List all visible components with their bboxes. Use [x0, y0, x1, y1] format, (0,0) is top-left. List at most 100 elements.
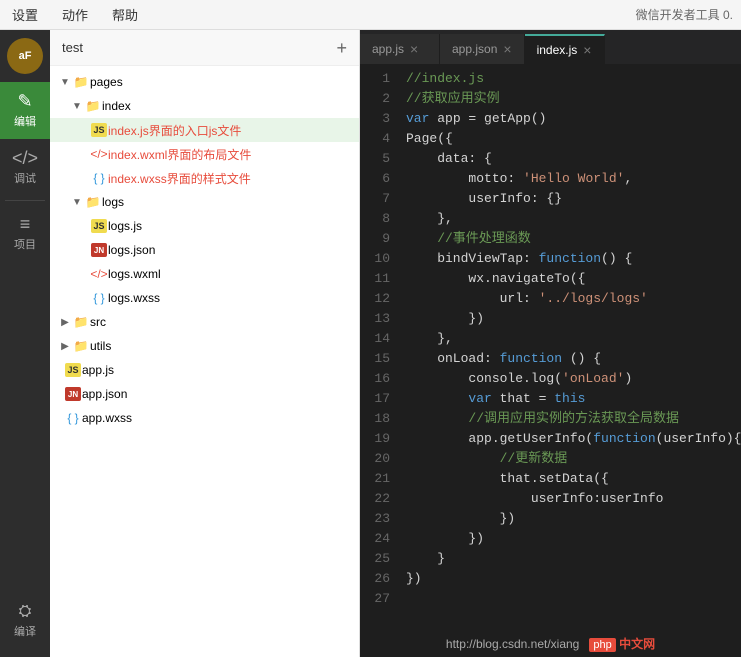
label-app-wxss: app.wxss	[82, 411, 132, 425]
line-num-6: 6	[360, 169, 402, 189]
tree-item-logs-json[interactable]: JN logs.json	[50, 238, 359, 262]
sidebar-item-debug[interactable]: </> 调试	[0, 139, 50, 196]
code-line-13: 13 })	[360, 309, 741, 329]
sidebar-label-edit: 编辑	[14, 113, 36, 129]
line-content-27	[402, 589, 741, 609]
tab-close-app-json[interactable]: ×	[503, 41, 511, 57]
label-logs-json: logs.json	[108, 243, 155, 257]
line-content-20: //更新数据	[402, 449, 741, 469]
menu-settings[interactable]: 设置	[8, 3, 42, 26]
code-line-15: 15 onLoad: function () {	[360, 349, 741, 369]
tree-item-logs-wxss[interactable]: { } logs.wxss	[50, 286, 359, 310]
line-content-21: that.setData({	[402, 469, 741, 489]
menu-bar: 设置 动作 帮助 微信开发者工具 0.	[0, 0, 741, 30]
tree-item-app-js[interactable]: JS app.js	[50, 358, 359, 382]
sidebar-item-compile[interactable]: ⛭ 编译	[0, 594, 50, 649]
arrow-src: ▶	[58, 317, 72, 328]
file-tree-header: test +	[50, 30, 359, 66]
tree-item-src[interactable]: ▶ 📁 src	[50, 310, 359, 334]
line-num-24: 24	[360, 529, 402, 549]
label-pages: pages	[90, 75, 123, 89]
file-tree-add-button[interactable]: +	[336, 39, 347, 57]
wxml-icon-logs: </>	[90, 267, 108, 281]
code-area[interactable]: 1 //index.js 2 //获取应用实例 3 var app = getA…	[360, 65, 741, 629]
arrow-pages: ▼	[58, 77, 72, 88]
tree-item-index-wxss[interactable]: { } index.wxss界面的样式文件	[50, 166, 359, 190]
debug-icon: </>	[12, 149, 38, 167]
json-icon-app: JN	[64, 387, 82, 401]
wxml-icon-index: </>	[90, 147, 108, 161]
tab-close-app-js[interactable]: ×	[410, 41, 418, 57]
label-utils: utils	[90, 339, 111, 353]
arrow-index: ▼	[70, 101, 84, 112]
sidebar-item-edit[interactable]: ✎ 编辑	[0, 82, 50, 139]
tab-app-js[interactable]: app.js ×	[360, 34, 440, 64]
line-num-27: 27	[360, 589, 402, 609]
avatar-label: aF	[19, 50, 32, 62]
code-line-10: 10 bindViewTap: function() {	[360, 249, 741, 269]
line-num-14: 14	[360, 329, 402, 349]
code-line-26: 26 })	[360, 569, 741, 589]
line-num-23: 23	[360, 509, 402, 529]
line-num-19: 19	[360, 429, 402, 449]
tree-item-logs-wxml[interactable]: </> logs.wxml	[50, 262, 359, 286]
code-line-16: 16 console.log('onLoad')	[360, 369, 741, 389]
label-index-wxml: index.wxml界面的布局文件	[108, 146, 251, 163]
file-tree-body: ▼ 📁 pages ▼ 📁 index JS index.js界面的入口js文件	[50, 66, 359, 657]
avatar[interactable]: aF	[7, 38, 43, 74]
line-num-7: 7	[360, 189, 402, 209]
sidebar-label-project: 项目	[14, 236, 36, 252]
line-num-18: 18	[360, 409, 402, 429]
line-num-21: 21	[360, 469, 402, 489]
tree-item-pages[interactable]: ▼ 📁 pages	[50, 70, 359, 94]
line-num-15: 15	[360, 349, 402, 369]
label-index-wxss: index.wxss界面的样式文件	[108, 170, 251, 187]
editor-tabs: app.js × app.json × index.js ×	[360, 30, 741, 65]
line-content-22: userInfo:userInfo	[402, 489, 741, 509]
tree-item-logs-js[interactable]: JS logs.js	[50, 214, 359, 238]
tree-item-app-json[interactable]: JN app.json	[50, 382, 359, 406]
code-line-8: 8 },	[360, 209, 741, 229]
line-content-17: var that = this	[402, 389, 741, 409]
arrow-logs: ▼	[70, 197, 84, 208]
tree-item-index-js[interactable]: JS index.js界面的入口js文件	[50, 118, 359, 142]
line-content-18: //调用应用实例的方法获取全局数据	[402, 409, 741, 429]
folder-icon-pages: 📁	[72, 75, 90, 89]
label-logs-js: logs.js	[108, 219, 142, 233]
line-content-12: url: '../logs/logs'	[402, 289, 741, 309]
tree-item-index[interactable]: ▼ 📁 index	[50, 94, 359, 118]
code-line-14: 14 },	[360, 329, 741, 349]
label-logs-wxml: logs.wxml	[108, 267, 161, 281]
tree-item-index-wxml[interactable]: </> index.wxml界面的布局文件	[50, 142, 359, 166]
line-num-1: 1	[360, 69, 402, 89]
sidebar-item-project[interactable]: ≡ 项目	[0, 205, 50, 262]
line-content-25: }	[402, 549, 741, 569]
line-content-19: app.getUserInfo(function(userInfo){	[402, 429, 741, 449]
folder-icon-index: 📁	[84, 99, 102, 113]
tree-item-app-wxss[interactable]: { } app.wxss	[50, 406, 359, 430]
line-content-8: },	[402, 209, 741, 229]
menu-actions[interactable]: 动作	[58, 3, 92, 26]
code-line-17: 17 var that = this	[360, 389, 741, 409]
js-icon-app: JS	[64, 363, 82, 377]
project-icon: ≡	[20, 215, 31, 233]
tab-index-js[interactable]: index.js ×	[525, 34, 605, 64]
line-num-13: 13	[360, 309, 402, 329]
label-logs: logs	[102, 195, 124, 209]
line-content-23: })	[402, 509, 741, 529]
tab-app-json[interactable]: app.json ×	[440, 34, 525, 64]
wxss-icon-index: { }	[90, 171, 108, 185]
code-line-20: 20 //更新数据	[360, 449, 741, 469]
tree-item-logs[interactable]: ▼ 📁 logs	[50, 190, 359, 214]
line-content-7: userInfo: {}	[402, 189, 741, 209]
menu-help[interactable]: 帮助	[108, 3, 142, 26]
line-num-25: 25	[360, 549, 402, 569]
js-icon-logs: JS	[90, 219, 108, 233]
tab-close-index-js[interactable]: ×	[583, 42, 591, 58]
tree-item-utils[interactable]: ▶ 📁 utils	[50, 334, 359, 358]
code-line-11: 11 wx.navigateTo({	[360, 269, 741, 289]
line-num-17: 17	[360, 389, 402, 409]
label-app-js: app.js	[82, 363, 114, 377]
code-line-4: 4 Page({	[360, 129, 741, 149]
line-num-12: 12	[360, 289, 402, 309]
